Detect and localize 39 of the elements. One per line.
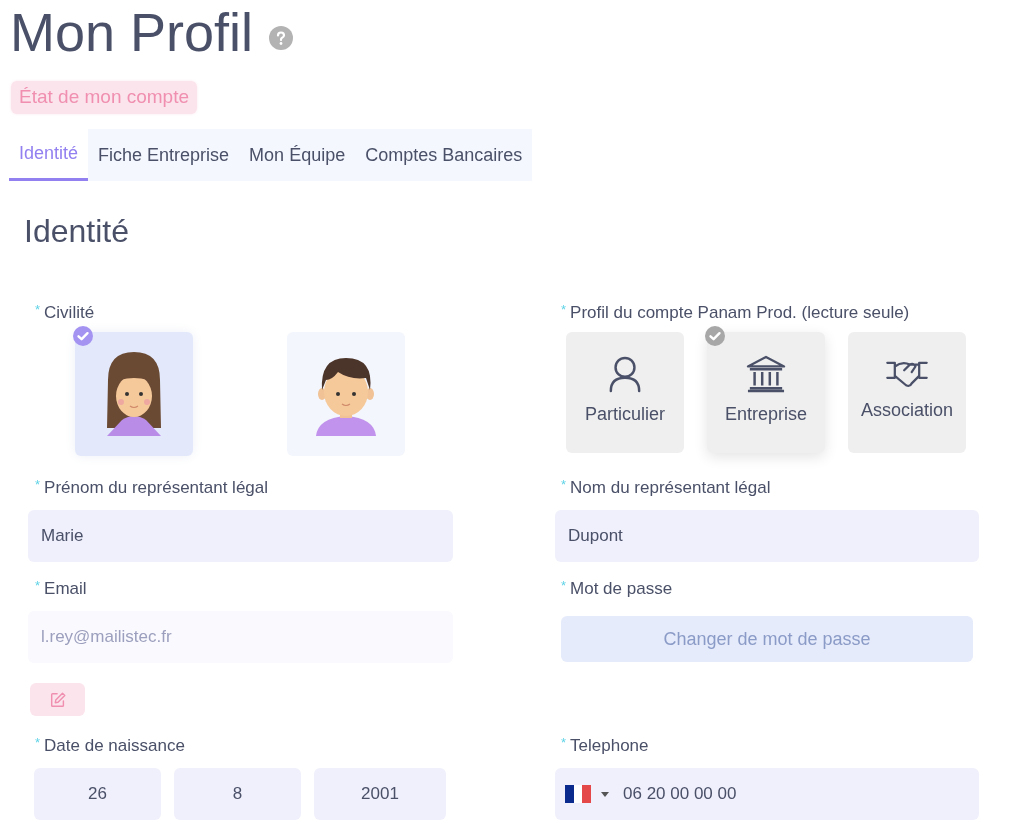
edit-icon (48, 690, 67, 709)
field-label: Nom du représentant légal (570, 478, 771, 498)
section-title: Identité (24, 212, 130, 251)
month-field[interactable]: 8 (174, 768, 301, 820)
required-asterisk: * (561, 303, 567, 317)
required-asterisk: * (35, 478, 41, 492)
required-asterisk: * (561, 478, 567, 492)
field-label: Prénom du représentant légal (44, 478, 269, 498)
person-icon (608, 355, 642, 393)
field-label: Date de naissance (44, 736, 185, 756)
avatar-option[interactable] (75, 332, 193, 456)
profile-type-option[interactable]: Particulier (566, 332, 684, 453)
avatar-option[interactable] (287, 332, 405, 456)
field-label: Profil du compte Panam Prod. (lecture seule) (570, 303, 910, 323)
tab[interactable]: Mon Équipe (239, 129, 356, 181)
field-label: Email (44, 579, 87, 599)
field-label: Telephone (570, 736, 649, 756)
caret-icon[interactable] (601, 791, 609, 797)
profile-type-option[interactable]: Entreprise (707, 332, 825, 453)
day-field[interactable]: 26 (34, 768, 161, 820)
field-label: Civilité (44, 303, 95, 323)
girl-avatar-icon (104, 350, 164, 436)
required-asterisk: * (561, 579, 567, 593)
bank-building-icon (746, 355, 786, 393)
required-asterisk: * (35, 303, 41, 317)
handshake-icon (885, 359, 929, 389)
tab[interactable]: Fiche Entreprise (88, 129, 240, 181)
last-name-field[interactable]: Dupont (555, 510, 979, 562)
profile-type-option[interactable]: Association (848, 332, 966, 453)
required-asterisk: * (35, 579, 41, 593)
field-label: Mot de passe (570, 579, 673, 599)
year-field[interactable]: 2001 (314, 768, 446, 820)
page-title: Mon Profil (10, 2, 254, 62)
france-flag-icon[interactable] (565, 785, 591, 803)
required-asterisk: * (561, 736, 567, 750)
required-asterisk: * (35, 736, 41, 750)
first-name-field[interactable]: Marie (28, 510, 453, 562)
phone-field[interactable]: 06 20 00 00 00 (555, 768, 979, 820)
tab[interactable]: Comptes Bancaires (355, 129, 533, 181)
